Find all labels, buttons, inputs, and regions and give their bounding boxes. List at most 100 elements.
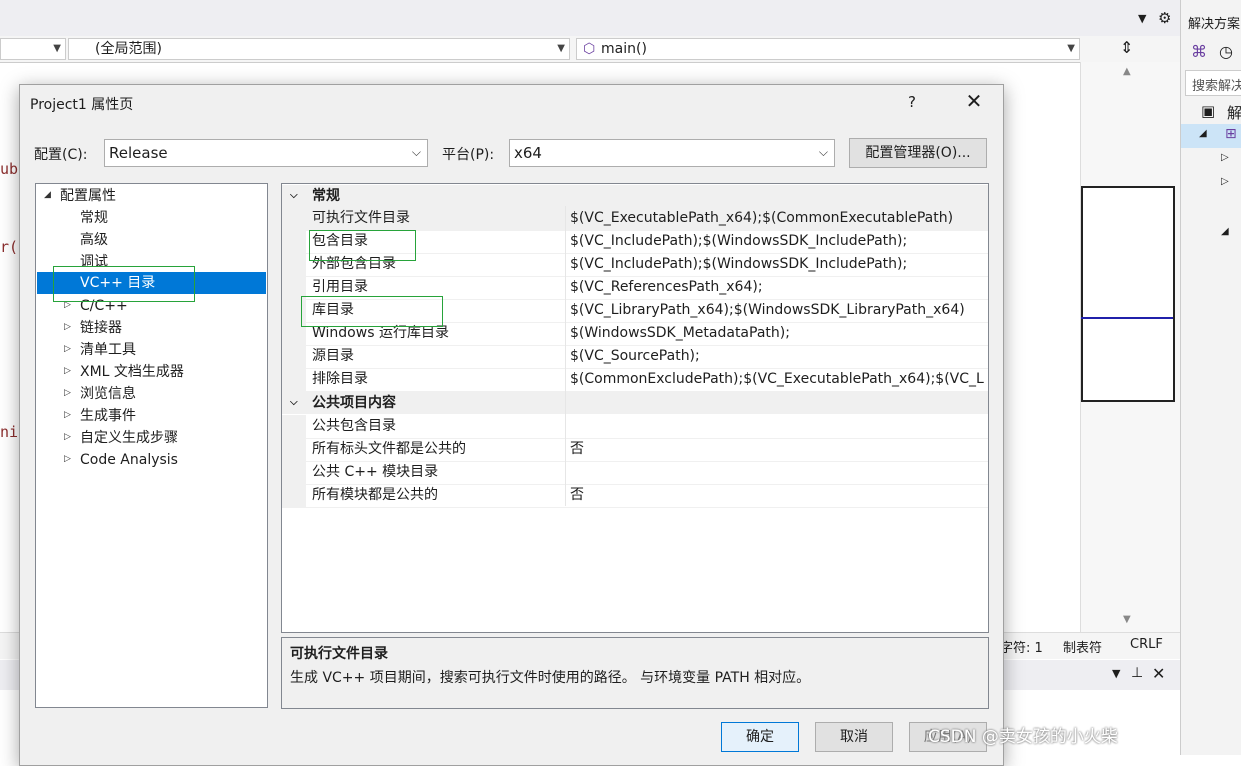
tree-item-linker[interactable]: 链接器 [80, 317, 122, 339]
navigation-bar: ▼ (全局范围) ▼ ⬡ main() ▼ ⇕ [0, 36, 1180, 63]
category-public-content[interactable]: ⌵ 公共项目内容 [282, 392, 988, 414]
expanded-icon[interactable]: ◢ [44, 190, 51, 200]
project-combo[interactable]: ▼ [0, 38, 66, 60]
property-value[interactable]: $(VC_ExecutablePath_x64);$(CommonExecuta… [570, 207, 953, 230]
collapsed-icon[interactable]: ▷ [1221, 152, 1229, 163]
property-value[interactable]: $(VC_SourcePath); [570, 345, 700, 368]
close-button[interactable]: ✕ [962, 89, 986, 113]
collapsed-icon[interactable]: ▷ [64, 366, 71, 376]
dialog-title: Project1 属性页 [30, 97, 134, 113]
selected-project[interactable]: ◢ ⊞ [1181, 124, 1241, 148]
property-name: 可执行文件目录 [312, 210, 410, 226]
config-manager-button[interactable]: 配置管理器(O)... [849, 138, 987, 168]
property-name: 所有标头文件都是公共的 [312, 441, 466, 457]
property-row[interactable]: 可执行文件目录 $(VC_ExecutablePath_x64);$(Commo… [282, 207, 988, 231]
property-value[interactable]: 否 [570, 484, 584, 507]
highlight-box [53, 266, 195, 302]
chevron-down-icon: ⌵ [818, 145, 828, 159]
property-row[interactable]: 公共 C++ 模块目录 [282, 461, 988, 485]
tree-item-code-analysis[interactable]: Code Analysis [80, 449, 178, 471]
property-row[interactable]: 所有标头文件都是公共的 否 [282, 438, 988, 462]
split-icon[interactable]: ⇕ [1120, 38, 1133, 57]
config-dropdown[interactable]: Release ⌵ [104, 139, 428, 167]
property-row[interactable]: 排除目录 $(CommonExcludePath);$(VC_Executabl… [282, 368, 988, 392]
collapsed-icon[interactable]: ▷ [1221, 176, 1229, 187]
chevron-down-icon: ▼ [557, 43, 565, 54]
property-row[interactable]: 源目录 $(VC_SourcePath); [282, 345, 988, 369]
ide-toolbar: ▼ ⚙ [0, 0, 1180, 36]
property-name: 排除目录 [312, 371, 368, 387]
property-value[interactable]: $(VC_IncludePath);$(WindowsSDK_IncludePa… [570, 230, 907, 253]
desc-title: 可执行文件目录 [290, 646, 388, 662]
dropdown-icon[interactable]: ▼ [1112, 667, 1120, 680]
chevron-down-icon: ▼ [1067, 43, 1075, 54]
property-name: 公共包含目录 [312, 418, 396, 434]
tree-item-build-events[interactable]: 生成事件 [80, 405, 136, 427]
project-icon: ⊞ [1225, 126, 1237, 142]
search-input[interactable]: 搜索解决 [1185, 70, 1241, 96]
scope-combo[interactable]: (全局范围) ▼ [68, 38, 570, 60]
description-panel: 可执行文件目录 生成 VC++ 项目期间，搜索可执行文件时使用的路径。 与环境变… [281, 637, 989, 709]
status-char: 字符: 1 [1000, 641, 1043, 656]
category-label: 公共项目内容 [312, 395, 396, 411]
tree-item-xml-doc[interactable]: XML 文档生成器 [80, 361, 184, 383]
history-icon[interactable]: ◷ [1219, 42, 1233, 61]
category-label: 常规 [312, 188, 340, 204]
tree-item-custom-build[interactable]: 自定义生成步骤 [80, 427, 178, 449]
property-value[interactable]: $(VC_LibraryPath_x64);$(WindowsSDK_Libra… [570, 299, 965, 322]
property-pages-dialog: Project1 属性页 ? ✕ 配置(C): Release ⌵ 平台(P):… [19, 84, 1004, 766]
tree-item-general[interactable]: 常规 [80, 207, 108, 229]
property-value[interactable]: 否 [570, 438, 584, 461]
tree-item-advanced[interactable]: 高级 [80, 229, 108, 251]
cancel-button[interactable]: 取消 [815, 722, 893, 752]
scroll-down-icon[interactable]: ▼ [1123, 614, 1131, 625]
solution-explorer-panel: 解决方案 ⌘ ◷ 搜索解决 ▣ 解 ◢ ⊞ ▷ ▷ ◢ [1180, 0, 1241, 755]
collapsed-icon[interactable]: ▷ [64, 410, 71, 420]
collapsed-icon[interactable]: ▷ [64, 388, 71, 398]
status-eol[interactable]: CRLF [1130, 637, 1163, 652]
expanded-icon[interactable]: ◢ [1221, 226, 1229, 237]
ok-button[interactable]: 确定 [721, 722, 799, 752]
tree-root-config-properties[interactable]: 配置属性 [60, 185, 116, 207]
help-button[interactable]: ? [908, 93, 916, 111]
platform-dropdown[interactable]: x64 ⌵ [509, 139, 835, 167]
minimap-caret-line [1081, 317, 1173, 319]
property-value[interactable]: $(VC_IncludePath);$(WindowsSDK_IncludePa… [570, 253, 907, 276]
collapsed-icon[interactable]: ▷ [64, 454, 71, 464]
chevron-down-icon: ▼ [53, 43, 61, 54]
tree-item-browse-info[interactable]: 浏览信息 [80, 383, 136, 405]
dropdown-icon[interactable]: ▼ [1138, 12, 1146, 25]
function-value: main() [601, 41, 647, 57]
watermark: CSDN @卖女孩的小火柴 [928, 727, 1118, 747]
collapsed-icon[interactable]: ▷ [64, 344, 71, 354]
status-tabs[interactable]: 制表符 [1063, 637, 1102, 656]
config-value: Release [109, 144, 168, 162]
property-value[interactable]: $(VC_ReferencesPath_x64); [570, 276, 763, 299]
category-general[interactable]: ⌵ 常规 [282, 185, 988, 207]
collapsed-icon[interactable]: ▷ [64, 432, 71, 442]
collapse-icon[interactable]: ⌵ [290, 185, 298, 207]
desc-text: 生成 VC++ 项目期间，搜索可执行文件时使用的路径。 与环境变量 PATH 相… [290, 670, 811, 686]
close-icon[interactable]: ✕ [1152, 664, 1165, 683]
property-value[interactable]: $(CommonExcludePath);$(VC_ExecutablePath… [570, 368, 984, 391]
panel-title: 解决方案 [1188, 17, 1241, 32]
function-combo[interactable]: ⬡ main() ▼ [576, 38, 1080, 60]
tree-item-manifest-tool[interactable]: 清单工具 [80, 339, 136, 361]
solution-label[interactable]: 解 [1227, 102, 1241, 123]
property-tree[interactable]: ◢ 配置属性 常规 高级 调试 VC++ 目录 ▷ C/C++ ▷ 链接器 ▷ … [35, 183, 268, 708]
pin-icon[interactable]: ⊥ [1131, 665, 1143, 681]
vs-icon[interactable]: ⌘ [1191, 42, 1207, 61]
platform-value: x64 [514, 144, 542, 162]
collapse-icon[interactable]: ⌵ [290, 392, 298, 414]
property-name: 源目录 [312, 348, 354, 364]
property-name: 公共 C++ 模块目录 [312, 464, 439, 480]
collapsed-icon[interactable]: ▷ [64, 322, 71, 332]
property-value[interactable]: $(WindowsSDK_MetadataPath); [570, 322, 790, 345]
gear-icon[interactable]: ⚙ [1158, 9, 1171, 27]
scroll-up-icon[interactable]: ▲ [1123, 66, 1131, 77]
property-row[interactable]: 所有模块都是公共的 否 [282, 484, 988, 508]
property-row[interactable]: 公共包含目录 [282, 415, 988, 439]
minimap-viewport[interactable] [1081, 186, 1175, 402]
column-divider[interactable] [565, 206, 566, 506]
expanded-icon[interactable]: ◢ [1199, 128, 1207, 139]
